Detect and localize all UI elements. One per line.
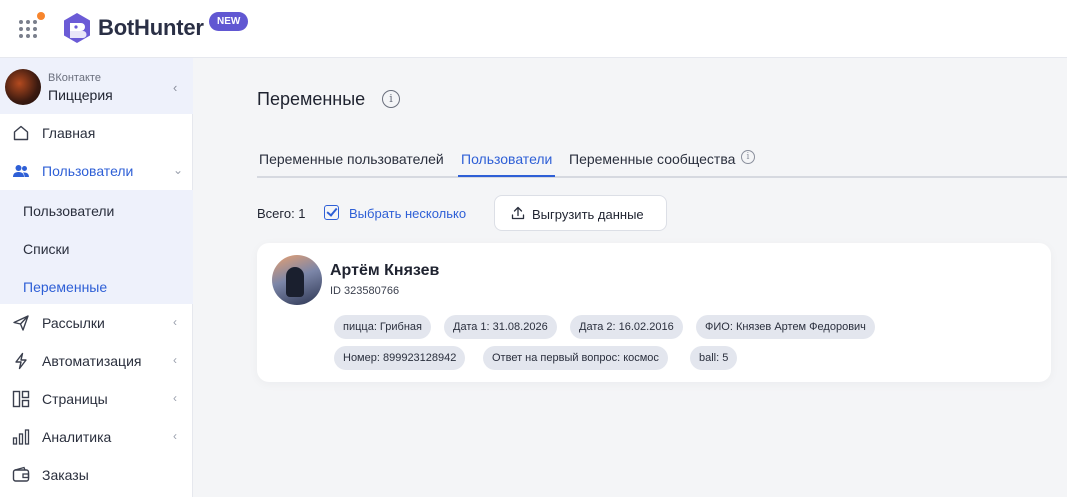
apps-grid-icon[interactable] — [19, 12, 45, 38]
bothunter-logo-icon[interactable] — [62, 12, 92, 44]
send-icon — [13, 315, 29, 331]
total-count: Всего: 1 — [257, 206, 306, 221]
new-badge: NEW — [209, 12, 249, 31]
sidebar-item-label: Пользователи — [42, 163, 134, 179]
variable-chip: ФИО: Князев Артем Федорович — [696, 315, 875, 339]
user-id: ID 323580766 — [330, 285, 400, 297]
info-icon[interactable]: i — [382, 90, 400, 108]
variable-chip: ball: 5 — [690, 346, 738, 370]
chevron-left-icon: ‹ — [173, 315, 177, 329]
sidebar-item-label: Аналитика — [42, 429, 112, 445]
active-tab-indicator — [458, 175, 555, 177]
sidebar-item-label: Автоматизация — [42, 353, 142, 369]
sidebar-item-orders[interactable]: Заказы — [0, 456, 193, 494]
page-title: Переменные — [257, 89, 366, 109]
bolt-icon — [15, 352, 27, 370]
users-submenu: Пользователи Списки Переменные — [0, 190, 193, 304]
tab-bar: Переменные пользователей Пользователи Пе… — [257, 140, 1067, 178]
community-name: Пиццерия — [48, 87, 113, 103]
sidebar-item-home[interactable]: Главная — [0, 114, 193, 152]
chevron-left-icon: ‹ — [173, 391, 177, 405]
top-bar: BotHunter NEW — [0, 0, 1067, 58]
tab-user-variables[interactable]: Переменные пользователей — [259, 151, 444, 167]
brand-name[interactable]: BotHunter — [98, 15, 204, 41]
wallet-icon — [12, 466, 30, 482]
chevron-left-icon: ‹ — [173, 80, 178, 95]
community-switcher[interactable]: ВКонтакте Пиццерия ‹ — [0, 58, 193, 114]
home-icon — [13, 125, 29, 141]
community-network: ВКонтакте — [48, 72, 101, 84]
community-avatar — [5, 69, 41, 105]
user-name[interactable]: Артём Князев — [330, 262, 439, 280]
chart-icon — [12, 429, 30, 445]
submenu-item-variables[interactable]: Переменные — [23, 279, 107, 295]
sidebar-item-label: Главная — [42, 125, 96, 141]
sidebar: ВКонтакте Пиццерия ‹ Главная Пользовател… — [0, 58, 193, 497]
users-icon — [13, 165, 29, 177]
variable-chip: Дата 1: 31.08.2026 — [444, 315, 557, 339]
sidebar-item-users[interactable]: Пользователи ⌄ — [0, 152, 193, 190]
export-data-label: Выгрузить данные — [532, 207, 644, 222]
chevron-left-icon: ‹ — [173, 353, 177, 367]
sidebar-item-label: Заказы — [42, 467, 89, 483]
user-card[interactable]: Артём Князев ID 323580766 пицца: Грибная… — [257, 243, 1051, 382]
variable-chip: пицца: Грибная — [334, 315, 431, 339]
variable-chip: Номер: 899923128942 — [334, 346, 466, 370]
notification-dot — [37, 12, 45, 20]
upload-icon — [511, 206, 525, 220]
submenu-item-users[interactable]: Пользователи — [23, 203, 114, 219]
info-icon[interactable]: i — [741, 150, 755, 164]
variable-chip: Дата 2: 16.02.2016 — [570, 315, 683, 339]
select-many-label: Выбрать несколько — [349, 206, 467, 221]
tab-users[interactable]: Пользователи — [461, 151, 552, 167]
tab-community-variables[interactable]: Переменные сообщества — [569, 151, 735, 167]
variable-chip: Ответ на первый вопрос: космос — [483, 346, 668, 370]
chevron-down-icon: ⌄ — [173, 163, 184, 177]
avatar[interactable] — [272, 255, 322, 305]
submenu-item-lists[interactable]: Списки — [23, 241, 69, 257]
pages-icon — [12, 390, 30, 408]
sidebar-item-automation[interactable]: Автоматизация ‹ — [0, 342, 193, 380]
sidebar-item-pages[interactable]: Страницы ‹ — [0, 380, 193, 418]
checkbox-icon — [324, 205, 339, 220]
sidebar-item-analytics[interactable]: Аналитика ‹ — [0, 418, 193, 456]
sidebar-item-mailings[interactable]: Рассылки ‹ — [0, 304, 193, 342]
chevron-left-icon: ‹ — [173, 429, 177, 443]
sidebar-item-label: Страницы — [42, 391, 108, 407]
sidebar-item-label: Рассылки — [42, 315, 105, 331]
export-data-button[interactable]: Выгрузить данные — [494, 195, 667, 231]
